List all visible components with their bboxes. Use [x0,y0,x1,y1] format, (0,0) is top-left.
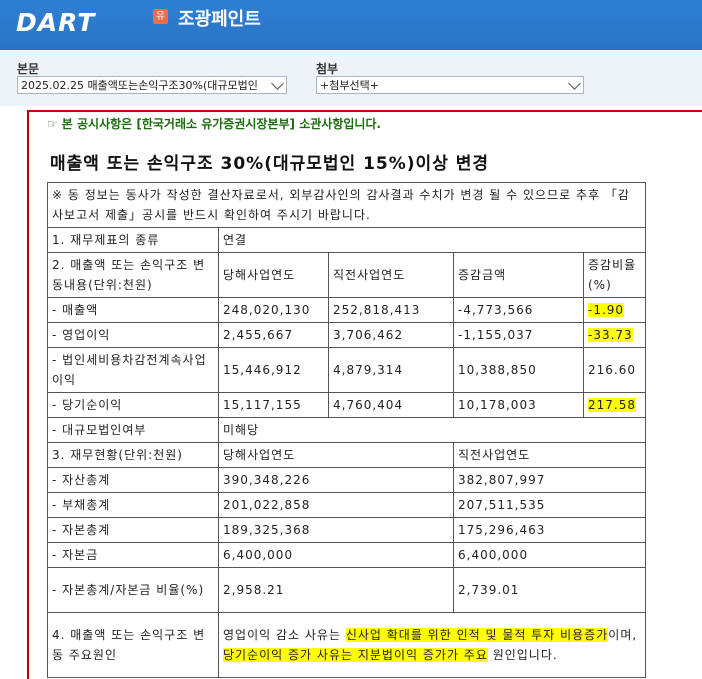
row-label: - 당기순이익 [47,392,219,418]
body-select[interactable]: 2025.02.25 매출액또는손익구조30%(대규모법인 [17,76,287,94]
chevron-down-icon [271,77,284,90]
chevron-down-icon [568,77,581,90]
table-row: - 당기순이익 15,117,155 4,760,404 10,178,003 … [47,392,646,418]
table-row: - 자산총계 390,348,226 382,807,997 [47,467,646,493]
row-label: - 매출액 [47,297,219,323]
table-row: - 자본총계/자본금 비율(%) 2,958.21 2,739.01 [47,567,646,613]
cell-curr: 2,455,667 [218,322,329,348]
col-header-curr: 당해사업연도 [218,252,329,298]
body-select-value: 2025.02.25 매출액또는손익구조30%(대규모법인 [21,79,258,92]
col-header-diff: 증감금액 [453,252,584,298]
table-row: - 대규모법인여부 미해당 [47,417,646,443]
cell-prev: 252,818,413 [328,297,454,323]
cell-prev: 207,511,535 [453,492,646,518]
attach-select-value: +첨부선택+ [320,79,379,92]
cell-prev: 6,400,000 [453,542,646,568]
row-label: - 자본금 [47,542,219,568]
cell-curr: 248,020,130 [218,297,329,323]
table-row: - 매출액 248,020,130 252,818,413 -4,773,566… [47,297,646,323]
row-label: - 영업이익 [47,322,219,348]
cause-text: 영업이익 감소 사유는 신사업 확대를 위한 인적 및 물적 투자 비용증가이며… [218,612,646,678]
cell-curr: 15,117,155 [218,392,329,418]
cell-rate: 217.58 [583,392,646,418]
cell-prev: 3,706,462 [328,322,454,348]
cell-curr: 15,446,912 [218,347,329,393]
table-row: - 영업이익 2,455,667 3,706,462 -1,155,037 -3… [47,322,646,348]
cell-diff: -1,155,037 [453,322,584,348]
cell-rate: 216.60 [583,347,646,393]
disclosure-table: ※ 동 정보는 동사가 작성한 결산자료로서, 외부감사인의 감사결과 수치가 … [47,182,646,678]
table-row: - 자본금 6,400,000 6,400,000 [47,542,646,568]
cell-label: 2. 매출액 또는 손익구조 변동내용(단위:천원) [47,252,219,298]
cell-curr: 6,400,000 [218,542,454,568]
cell-prev: 382,807,997 [453,467,646,493]
highlighted-cause: 당기순이익 증가 사유는 지분법이익 증가가 주요 [223,648,488,662]
cell-value: 미해당 [218,417,646,443]
table-row: - 법인세비용차감전계속사업이익 15,446,912 4,879,314 10… [47,347,646,393]
company-type-badge: 유 [153,9,168,24]
col-header-prev: 직전사업연도 [328,252,454,298]
pointing-hand-icon: ☞ [47,117,58,131]
row-label: - 자산총계 [47,467,219,493]
row-label: 4. 매출액 또는 손익구조 변동 주요원인 [47,612,219,678]
cell-curr: 390,348,226 [218,467,454,493]
col-header-curr: 당해사업연도 [218,442,454,468]
highlighted-rate: 217.58 [588,398,636,412]
cell-rate: -1.90 [583,297,646,323]
cell-label: 1. 재무제표의 종류 [47,227,219,253]
cell-prev: 2,739.01 [453,567,646,613]
jurisdiction-notice: ☞ 본 공시사항은 [한국거래소 유가증권시장본부] 소관사항입니다. [29,112,702,136]
cell-prev: 4,879,314 [328,347,454,393]
cell-label: 3. 재무현황(단위:천원) [47,442,219,468]
dart-logo-text: DART [16,8,96,37]
col-header-rate: 증감비율(%) [583,252,646,298]
table-row: - 부채총계 201,022,858 207,511,535 [47,492,646,518]
cell-prev: 4,760,404 [328,392,454,418]
notice-text: 본 공시사항은 [한국거래소 유가증권시장본부] 소관사항입니다. [61,117,382,131]
table-row: ※ 동 정보는 동사가 작성한 결산자료로서, 외부감사인의 감사결과 수치가 … [47,182,646,228]
cell-curr: 201,022,858 [218,492,454,518]
body-label: 본문 [17,62,40,76]
row-label: - 부채총계 [47,492,219,518]
table-row: 3. 재무현황(단위:천원) 당해사업연도 직전사업연도 [47,442,646,468]
attach-select[interactable]: +첨부선택+ [316,76,584,94]
app-header: DART 유 조광페인트 [0,0,702,50]
highlighted-rate: -33.73 [588,328,633,342]
cell-diff: -4,773,566 [453,297,584,323]
table-row: 1. 재무제표의 종류 연결 [47,227,646,253]
attach-label: 첨부 [316,62,339,76]
cell-diff: 10,178,003 [453,392,584,418]
row-label: - 대규모법인여부 [47,417,219,443]
cause-part: 이며, [608,628,638,642]
cell-diff: 10,388,850 [453,347,584,393]
company-name[interactable]: 조광페인트 [178,5,261,31]
cell-curr: 189,325,368 [218,517,454,543]
doc-toolbar: 본문 2025.02.25 매출액또는손익구조30%(대규모법인 첨부 +첨부선… [0,50,702,106]
cell-curr: 2,958.21 [218,567,454,613]
highlighted-rate: -1.90 [588,303,625,317]
table-row: 2. 매출액 또는 손익구조 변동내용(단위:천원) 당해사업연도 직전사업연도… [47,252,646,298]
cell-prev: 175,296,463 [453,517,646,543]
highlighted-cause: 신사업 확대를 위한 인적 및 물적 투자 비용증가 [345,628,609,642]
row-label: - 법인세비용차감전계속사업이익 [47,347,219,393]
disclaimer-note: ※ 동 정보는 동사가 작성한 결산자료로서, 외부감사인의 감사결과 수치가 … [47,182,646,228]
dart-logo[interactable]: DART [16,8,95,37]
table-row: 4. 매출액 또는 손익구조 변동 주요원인 영업이익 감소 사유는 신사업 확… [47,612,646,678]
cell-rate: -33.73 [583,322,646,348]
cause-part: 원인입니다. [487,648,558,662]
col-header-prev: 직전사업연도 [453,442,646,468]
row-label: - 자본총계 [47,517,219,543]
row-label: - 자본총계/자본금 비율(%) [47,567,219,613]
document-title: 매출액 또는 손익구조 30%(대규모법인 15%)이상 변경 [50,154,490,174]
cell-value: 연결 [218,227,646,253]
cause-part: 영업이익 감소 사유는 [223,628,346,642]
table-row: - 자본총계 189,325,368 175,296,463 [47,517,646,543]
